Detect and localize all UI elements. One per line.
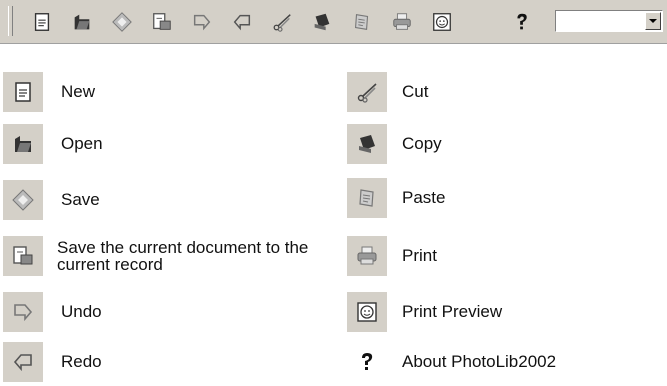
undo-icon <box>14 304 33 322</box>
toolbar-combo-box[interactable] <box>555 10 663 32</box>
new-document-icon <box>15 82 31 102</box>
legend-icon-redo <box>3 342 43 382</box>
legend-icon-save <box>3 180 43 220</box>
printer-icon <box>393 13 411 30</box>
legend-icon-about <box>347 342 387 382</box>
printer-icon <box>357 246 377 265</box>
save-button[interactable] <box>108 8 136 36</box>
legend-icon-save-to-record <box>3 236 43 276</box>
legend-icon-new <box>3 72 43 112</box>
save-to-record-button[interactable] <box>148 8 176 36</box>
legend-icon-print-preview <box>347 292 387 332</box>
new-button[interactable] <box>28 8 56 36</box>
legend-icon-cut <box>347 72 387 112</box>
legend-label: Save the current document to the current… <box>57 238 309 274</box>
legend-label: Save <box>61 190 100 209</box>
print-preview-button[interactable] <box>428 8 456 36</box>
copy-button[interactable] <box>308 8 336 36</box>
legend-label: Print <box>402 246 437 265</box>
copy-icon <box>314 13 330 31</box>
toolbar <box>0 0 667 44</box>
legend-icon-open <box>3 124 43 164</box>
print-preview-icon <box>433 13 451 31</box>
legend-icon-undo <box>3 292 43 332</box>
about-button[interactable] <box>508 8 536 36</box>
legend-label: Print Preview <box>402 302 503 321</box>
legend-label: Paste <box>402 188 446 207</box>
chevron-down-icon <box>649 19 657 23</box>
open-button[interactable] <box>68 8 96 36</box>
copy-icon <box>359 135 375 153</box>
legend-label: Redo <box>61 352 102 371</box>
toolbar-grip[interactable] <box>8 6 13 36</box>
redo-button[interactable] <box>228 8 256 36</box>
redo-icon <box>233 14 251 31</box>
legend-icon-copy <box>347 124 387 164</box>
legend-icon-paste <box>347 178 387 218</box>
scissors-icon <box>357 83 377 103</box>
open-folder-icon <box>74 14 90 30</box>
save-icon <box>12 189 34 211</box>
paste-button[interactable] <box>348 8 376 36</box>
paste-icon <box>354 14 369 30</box>
legend-label: Open <box>61 134 103 153</box>
legend-label: About PhotoLib2002 <box>402 352 557 371</box>
legend-label: Copy <box>402 134 442 153</box>
legend-label: New <box>61 82 96 101</box>
question-icon <box>362 353 373 370</box>
open-folder-icon <box>15 136 31 152</box>
question-icon <box>517 13 527 30</box>
save-to-record-icon <box>13 246 33 265</box>
new-document-icon <box>34 13 50 31</box>
save-icon <box>112 12 132 32</box>
paste-icon <box>359 189 374 207</box>
undo-button[interactable] <box>188 8 216 36</box>
combo-dropdown-button[interactable] <box>645 12 661 30</box>
legend-label: Undo <box>61 302 102 321</box>
scissors-icon <box>273 14 291 32</box>
undo-icon <box>193 14 211 31</box>
print-preview-icon <box>357 302 377 322</box>
print-button[interactable] <box>388 8 416 36</box>
save-to-record-icon <box>153 13 171 30</box>
legend-icon-print <box>347 236 387 276</box>
legend-label: Cut <box>402 82 429 101</box>
cut-button[interactable] <box>268 8 296 36</box>
redo-icon <box>13 354 32 372</box>
